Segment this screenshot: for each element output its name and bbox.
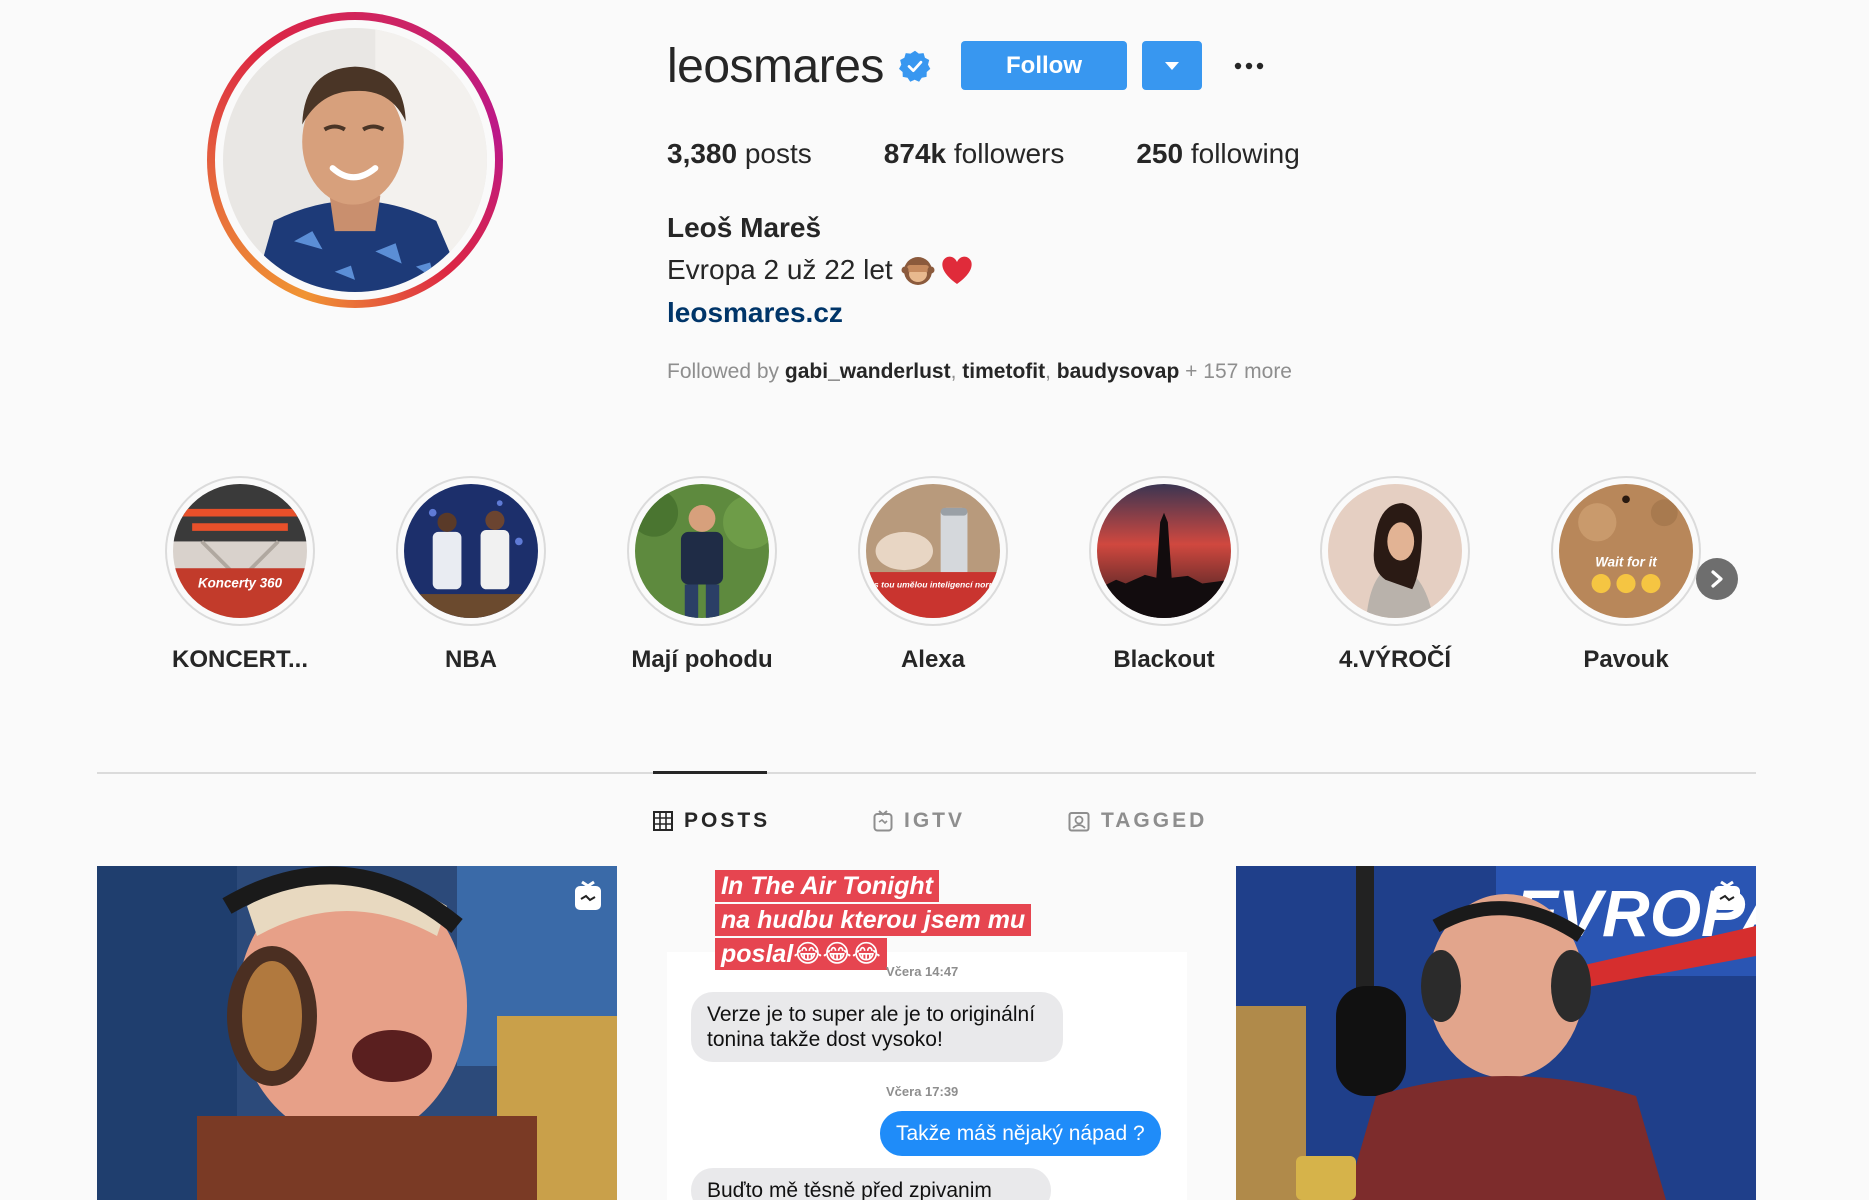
followed-by[interactable]: Followed by gabi_wanderlust, timetofit, … [667, 360, 1292, 384]
highlight-koncert[interactable]: Koncerty 360 KONCERT... [160, 476, 320, 674]
highlight-maji-pohodu[interactable]: Mají pohodu [622, 476, 782, 674]
highlight-label: KONCERT... [171, 646, 308, 673]
post-thumbnail-2[interactable]: In The Air Tonight na hudbu kterou jsem … [667, 866, 1187, 1200]
follower-link-3[interactable]: baudysovap [1057, 360, 1180, 383]
post-image [97, 866, 617, 1200]
highlight-pavouk[interactable]: Wait for it Pavouk [1546, 476, 1706, 674]
highlight-4-vyroci[interactable]: 4.VÝROČÍ [1315, 476, 1475, 674]
message-bubble-incoming: Buďto mě těsně před zpivanim [691, 1168, 1051, 1200]
highlight-label: Mají pohodu [631, 646, 773, 673]
igtv-badge-icon [575, 880, 601, 910]
more-options-button[interactable] [1232, 46, 1266, 86]
ellipsis-icon [1234, 62, 1264, 70]
heart-emoji-icon [942, 256, 972, 284]
follower-link-2[interactable]: timetofit [962, 360, 1045, 383]
tabs-divider [97, 772, 1756, 774]
username-row: leosmares [667, 30, 932, 102]
profile-avatar[interactable] [207, 12, 503, 308]
story-highlights: Koncerty 360 KONCERT... NBA Mají pohodu … [0, 476, 1869, 676]
tab-tagged[interactable]: TAGGED [1068, 806, 1207, 836]
highlight-label: Blackout [1113, 646, 1215, 673]
story-line-1: In The Air Tonight [715, 870, 939, 902]
highlight-cover [1097, 484, 1231, 618]
story-line-3: poslal😂😂😂 [715, 938, 887, 970]
bio: Evropa 2 už 22 let [667, 253, 975, 287]
stat-posts: 3,380 posts [667, 138, 812, 169]
highlight-cover [635, 484, 769, 618]
highlight-label: Pavouk [1583, 646, 1669, 673]
profile-stats: 3,380 posts 874k followers 250 following [667, 138, 1372, 170]
grid-icon [653, 811, 673, 831]
suggested-dropdown-button[interactable] [1142, 41, 1202, 90]
message-bubble-outgoing: Takže máš nějaký nápad ? [880, 1111, 1161, 1156]
message-timestamp: Včera 17:39 [886, 1084, 959, 1099]
chevron-right-icon [1711, 570, 1723, 588]
highlight-label: Alexa [900, 646, 966, 673]
post-image: EVROPA 2 [1236, 866, 1756, 1200]
stat-following[interactable]: 250 following [1136, 138, 1299, 170]
highlight-overlay-koncert: Koncerty 360 [198, 575, 283, 590]
followed-by-more[interactable]: + 157 more [1185, 360, 1292, 383]
highlight-label: 4.VÝROČÍ [1338, 646, 1452, 673]
highlight-cover [1328, 484, 1462, 618]
highlights-next-button[interactable] [1696, 558, 1738, 600]
highlight-overlay-alexa: Já si s tou umělou inteligencí normálně [866, 579, 1000, 589]
highlight-cover [404, 484, 538, 618]
stat-followers[interactable]: 874k followers [884, 138, 1065, 170]
story-line-2: na hudbu kterou jsem mu [715, 904, 1032, 936]
highlight-nba[interactable]: NBA [391, 476, 551, 674]
full-name: Leoš Mareš [667, 212, 822, 243]
monkey-emoji-icon [901, 257, 935, 285]
bio-text: Evropa 2 už 22 let [667, 254, 893, 285]
tab-igtv[interactable]: IGTV [873, 806, 965, 836]
highlight-overlay-pavouk: Wait for it [1595, 554, 1657, 569]
message-timestamp: Včera 14:47 [886, 964, 959, 979]
highlight-blackout[interactable]: Blackout [1084, 476, 1244, 674]
highlight-cover: Koncerty 360 [173, 484, 307, 618]
igtv-badge-icon [1714, 880, 1740, 910]
story-caption: In The Air Tonight na hudbu kterou jsem … [715, 870, 1032, 972]
website-link[interactable]: leosmares.cz [667, 297, 843, 329]
highlight-label: NBA [445, 646, 497, 673]
follower-link-1[interactable]: gabi_wanderlust [785, 360, 951, 383]
message-bubble-incoming: Verze je to super ale je to originální t… [691, 992, 1063, 1062]
caret-down-icon [1165, 61, 1179, 70]
verified-badge-icon [898, 50, 931, 82]
igtv-icon [873, 810, 893, 832]
active-tab-indicator [653, 771, 767, 774]
highlight-cover: Já si s tou umělou inteligencí normálně [866, 484, 1000, 618]
avatar-photo [223, 28, 487, 292]
highlight-cover: Wait for it [1559, 484, 1693, 618]
highlight-alexa[interactable]: Já si s tou umělou inteligencí normálně … [853, 476, 1013, 674]
post-thumbnail-1[interactable] [97, 866, 617, 1200]
tagged-icon [1068, 812, 1090, 832]
post-thumbnail-3[interactable]: EVROPA 2 [1236, 866, 1756, 1200]
tab-posts[interactable]: POSTS [653, 806, 770, 836]
follow-button[interactable]: Follow [961, 41, 1127, 90]
username: leosmares [667, 39, 884, 93]
